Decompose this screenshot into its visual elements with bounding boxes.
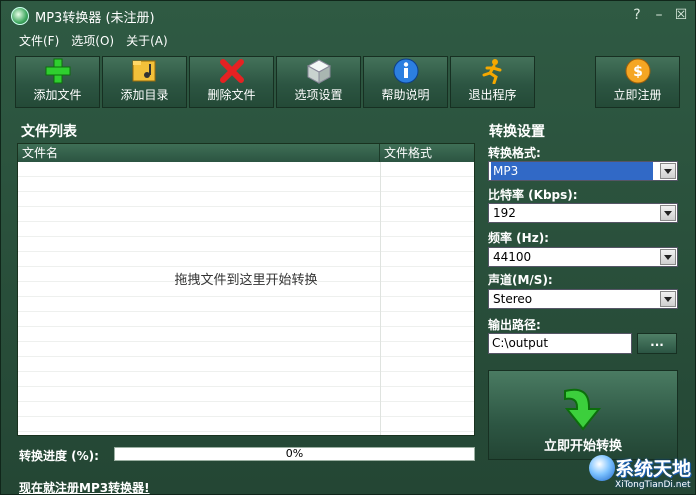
add-folder-button[interactable]: 添加目录 [102, 56, 187, 108]
file-list-header: 文件名 文件格式 [18, 144, 474, 162]
browse-button[interactable]: ... [637, 333, 677, 354]
running-man-icon [478, 57, 508, 84]
globe-icon [589, 455, 615, 481]
bitrate-value: 192 [493, 206, 516, 220]
exit-button[interactable]: 退出程序 [450, 56, 535, 108]
file-list[interactable]: 文件名 文件格式 拖拽文件到这里开始转换 [17, 143, 475, 436]
settings-title: 转换设置 [489, 124, 545, 140]
title-bar: MP3转换器 (未注册) ? – ☒ [1, 1, 695, 31]
plus-icon [43, 57, 73, 84]
add-file-label: 添加文件 [33, 88, 82, 102]
frequency-value: 44100 [493, 250, 532, 264]
help-icon[interactable]: ? [629, 6, 645, 24]
drop-hint: 拖拽文件到这里开始转换 [174, 273, 318, 288]
channel-label: 声道(M/S): [488, 273, 553, 287]
progress-bar: 0% [114, 447, 475, 461]
column-divider [380, 162, 381, 435]
options-button[interactable]: 选项设置 [276, 56, 361, 108]
format-value: MP3 [491, 162, 653, 180]
window-controls: ? – ☒ [629, 6, 689, 24]
start-convert-button[interactable]: 立即开始转换 [488, 370, 678, 460]
progress-label: 转换进度 (%): [19, 449, 99, 463]
watermark-logo: 系统天地 XiTongTianDi.net [589, 451, 696, 496]
column-format[interactable]: 文件格式 [380, 144, 474, 162]
app-logo-icon [11, 7, 29, 25]
delete-x-icon [217, 57, 247, 84]
add-folder-label: 添加目录 [120, 88, 169, 102]
frequency-select[interactable]: 44100 [488, 247, 678, 267]
app-window: MP3转换器 (未注册) ? – ☒ 文件(F) 选项(O) 关于(A) 添加文… [0, 0, 696, 495]
add-file-button[interactable]: 添加文件 [15, 56, 100, 108]
bitrate-select[interactable]: 192 [488, 203, 678, 223]
chevron-down-icon[interactable] [660, 291, 676, 307]
frequency-label: 频率 (Hz): [488, 231, 549, 245]
output-path-input[interactable]: C:\output [488, 333, 632, 354]
minimize-icon[interactable]: – [651, 6, 667, 24]
delete-file-button[interactable]: 删除文件 [189, 56, 274, 108]
exit-label: 退出程序 [468, 88, 517, 102]
svg-text:$: $ [633, 64, 643, 80]
register-promo-link[interactable]: 现在就注册MP3转换器! [19, 479, 150, 496]
coin-dollar-icon: $ [623, 57, 653, 84]
window-title: MP3转换器 (未注册) [35, 10, 155, 26]
chevron-down-icon[interactable] [660, 205, 676, 221]
register-label: 立即注册 [613, 88, 662, 102]
info-icon [391, 57, 421, 84]
file-list-rows [18, 162, 474, 435]
menu-file[interactable]: 文件(F) [15, 31, 63, 51]
channel-select[interactable]: Stereo [488, 289, 678, 309]
channel-value: Stereo [493, 292, 533, 306]
column-filename[interactable]: 文件名 [18, 144, 380, 162]
format-label: 转换格式: [488, 146, 541, 160]
menu-about[interactable]: 关于(A) [122, 31, 172, 51]
bitrate-label: 比特率 (Kbps): [488, 188, 578, 202]
folder-music-icon [130, 57, 160, 84]
menu-options[interactable]: 选项(O) [67, 31, 118, 51]
file-list-title: 文件列表 [21, 124, 77, 140]
help-button[interactable]: 帮助说明 [363, 56, 448, 108]
help-label: 帮助说明 [381, 88, 430, 102]
options-label: 选项设置 [294, 88, 343, 102]
toolbar: 添加文件 添加目录 删除文件 选项设置 帮助说明 退出程序 [15, 56, 537, 110]
menu-bar: 文件(F) 选项(O) 关于(A) [1, 31, 172, 51]
chevron-down-icon[interactable] [660, 163, 676, 179]
delete-file-label: 删除文件 [207, 88, 256, 102]
watermark-url: XiTongTianDi.net [615, 480, 691, 490]
format-select[interactable]: MP3 [488, 161, 678, 181]
output-path-label: 输出路径: [488, 318, 541, 332]
green-arrow-icon [564, 388, 602, 431]
chevron-down-icon[interactable] [660, 249, 676, 265]
close-icon[interactable]: ☒ [673, 6, 689, 24]
watermark-text: 系统天地 [615, 458, 692, 480]
cube-icon [304, 57, 334, 84]
register-button[interactable]: $ 立即注册 [595, 56, 680, 108]
